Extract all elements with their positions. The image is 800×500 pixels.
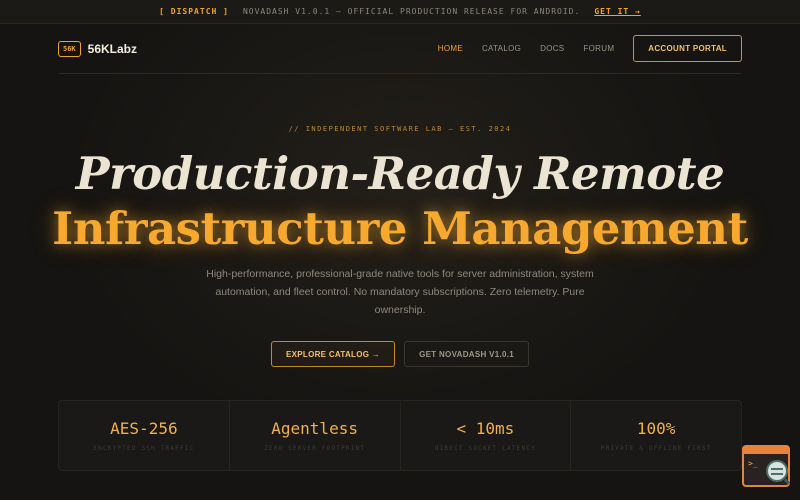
announcement-message: NOVADASH V1.0.1 — OFFICIAL PRODUCTION RE…	[242, 7, 581, 16]
site-header: 56K 56KLabz HOME CATALOG DOCS FORUM ACCO…	[58, 24, 742, 74]
page: [ DISPATCH ] NOVADASH V1.0.1 — OFFICIAL …	[0, 0, 800, 500]
stat-label: DIRECT SOCKET LATENCY	[434, 445, 536, 452]
terminal-prompt-icon: >_	[748, 459, 758, 468]
hero-title: Production-Ready Remote Infrastructure M…	[0, 146, 800, 256]
terminal-search-icon[interactable]: >_	[742, 445, 791, 487]
stat-card: Agentless ZERO SERVER FOOTPRINT	[230, 401, 401, 470]
stat-card: AES-256 ENCRYPTED SSH TRAFFIC	[59, 401, 230, 470]
get-novadash-button[interactable]: GET NOVADASH V1.0.1	[404, 341, 530, 367]
stat-value: Agentless	[271, 419, 358, 438]
stat-card: < 10ms DIRECT SOCKET LATENCY	[401, 401, 572, 470]
hero-eyebrow: // INDEPENDENT SOFTWARE LAB — EST. 2024	[288, 125, 512, 133]
widget-title-bar	[744, 447, 788, 454]
main-nav: HOME CATALOG DOCS FORUM ACCOUNT PORTAL	[419, 35, 742, 62]
hero-title-line-1: Production-Ready Remote	[75, 147, 725, 200]
explore-catalog-button[interactable]: EXPLORE CATALOG →	[270, 341, 396, 367]
hero-title-line-2: Infrastructure Management	[52, 202, 748, 255]
magnifier-handle	[783, 478, 791, 485]
brand-logo[interactable]: 56K 56KLabz	[58, 40, 138, 57]
announcement-bar: [ DISPATCH ] NOVADASH V1.0.1 — OFFICIAL …	[0, 0, 800, 24]
announcement-get-it-link[interactable]: GET IT →	[594, 7, 641, 16]
nav-item-home[interactable]: HOME	[438, 44, 463, 53]
stat-label: ENCRYPTED SSH TRAFFIC	[93, 445, 195, 452]
nav-item-catalog[interactable]: CATALOG	[482, 44, 521, 53]
stat-card: 100% PRIVATE & OFFLINE FIRST	[571, 401, 741, 470]
brand-name: 56KLabz	[87, 41, 138, 56]
announcement-tag: [ DISPATCH ]	[159, 7, 229, 16]
nav-item-docs[interactable]: DOCS	[540, 44, 564, 53]
hero-cta-group: EXPLORE CATALOG → GET NOVADASH V1.0.1	[0, 341, 800, 367]
nav-item-forum[interactable]: FORUM	[583, 44, 614, 53]
stat-value: 100%	[636, 419, 676, 438]
stat-value: AES-256	[110, 419, 178, 438]
stats-strip: AES-256 ENCRYPTED SSH TRAFFIC Agentless …	[58, 400, 742, 471]
stat-label: PRIVATE & OFFLINE FIRST	[600, 445, 712, 452]
hero-description: High-performance, professional-grade nat…	[206, 268, 594, 316]
account-portal-button[interactable]: ACCOUNT PORTAL	[633, 35, 742, 62]
stat-label: ZERO SERVER FOOTPRINT	[264, 445, 366, 452]
brand-badge: 56K	[58, 40, 81, 57]
stat-value: < 10ms	[456, 419, 515, 438]
